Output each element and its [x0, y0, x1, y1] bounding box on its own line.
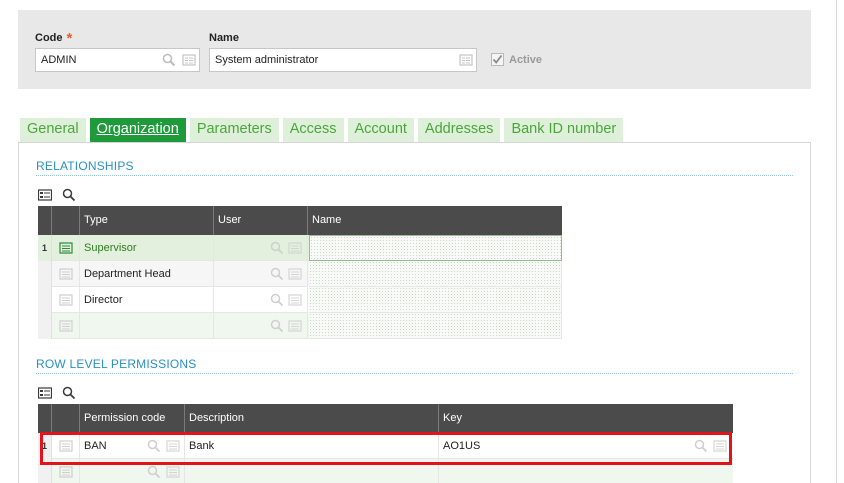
row-number [38, 287, 52, 313]
table-row[interactable] [38, 313, 562, 339]
tab-organization[interactable]: Organization [89, 118, 186, 142]
row-detail-icon[interactable] [52, 313, 80, 339]
cell-type[interactable]: Supervisor [80, 235, 214, 261]
section-divider [36, 373, 793, 374]
cell-name[interactable] [309, 235, 562, 261]
code-label-text: Code [35, 32, 63, 44]
search-icon[interactable] [270, 267, 284, 281]
name-field[interactable]: System administrator [209, 48, 477, 72]
checkmark-icon [492, 54, 503, 64]
cell-user[interactable] [214, 261, 308, 287]
tab-general[interactable]: General [20, 118, 86, 142]
cell-name[interactable] [309, 261, 562, 287]
row-number [38, 261, 52, 287]
row-number-header [38, 206, 52, 235]
name-field-value: System administrator [215, 54, 319, 66]
row-detail-icon[interactable] [52, 261, 80, 287]
column-header-type[interactable]: Type [80, 206, 214, 235]
row-detail-icon[interactable] [52, 287, 80, 313]
cell-name[interactable] [309, 287, 562, 313]
column-header-description[interactable]: Description [185, 404, 439, 433]
active-label: Active [509, 53, 543, 66]
cell-type[interactable]: Director [80, 287, 214, 313]
tab-addresses[interactable]: Addresses [417, 118, 501, 142]
grid-search-icon[interactable] [62, 188, 76, 205]
section-divider [36, 175, 793, 176]
search-icon[interactable] [270, 319, 284, 333]
cell-name[interactable] [309, 313, 562, 339]
table-row[interactable]: 1 Supervisor [38, 235, 562, 261]
highlight-annotation [40, 432, 732, 465]
tab-account[interactable]: Account [347, 118, 414, 142]
search-icon[interactable] [162, 53, 176, 67]
cell-type[interactable] [80, 313, 214, 339]
column-header-key[interactable]: Key [439, 404, 733, 433]
grid-details-icon[interactable] [37, 188, 53, 205]
section-title-row-level-permissions: ROW LEVEL PERMISSIONS [36, 357, 197, 371]
table-row[interactable]: Department Head [38, 261, 562, 287]
column-header-permission-code[interactable]: Permission code [80, 404, 185, 433]
grid-header: Type User Name [38, 206, 562, 235]
table-row[interactable]: Director [38, 287, 562, 313]
details-icon[interactable] [288, 241, 302, 255]
cell-user[interactable] [214, 235, 308, 261]
search-icon[interactable] [270, 293, 284, 307]
details-icon[interactable] [166, 465, 180, 479]
details-icon[interactable] [288, 293, 302, 307]
active-checkbox[interactable] [491, 53, 504, 66]
code-field-value: ADMIN [41, 54, 77, 66]
tab-access[interactable]: Access [282, 118, 344, 142]
name-label: Name [209, 32, 239, 44]
search-icon[interactable] [270, 241, 284, 255]
required-mark: * [66, 30, 73, 47]
cell-user[interactable] [214, 287, 308, 313]
details-icon[interactable] [459, 53, 473, 67]
section-title-relationships: RELATIONSHIPS [36, 159, 134, 173]
row-icon-header [52, 404, 80, 433]
cell-user[interactable] [214, 313, 308, 339]
column-header-name[interactable]: Name [308, 206, 562, 235]
grid-header: Permission code Description Key [38, 404, 733, 433]
column-header-user[interactable]: User [214, 206, 308, 235]
details-icon[interactable] [182, 53, 196, 67]
grid-search-icon[interactable] [62, 386, 76, 403]
row-number-header [38, 404, 52, 433]
page-scrollbar[interactable] [836, 0, 837, 483]
code-label: Code * [35, 30, 73, 47]
active-toggle[interactable]: Active [491, 53, 542, 66]
cell-type[interactable]: Department Head [80, 261, 214, 287]
details-icon[interactable] [288, 319, 302, 333]
search-icon[interactable] [147, 465, 161, 479]
row-icon-header [52, 206, 80, 235]
tab-bar: General Organization Parameters Access A… [20, 118, 627, 142]
permissions-grid-toolbar [37, 386, 86, 403]
details-icon[interactable] [288, 267, 302, 281]
row-detail-icon[interactable] [52, 235, 80, 261]
row-number: 1 [38, 235, 52, 261]
relationships-grid-toolbar [37, 188, 86, 205]
tab-parameters[interactable]: Parameters [189, 118, 279, 142]
code-field[interactable]: ADMIN [35, 48, 200, 72]
grid-details-icon[interactable] [37, 386, 53, 403]
relationships-grid: Type User Name 1 Supervisor Department H… [38, 206, 562, 340]
tab-bank-id-number[interactable]: Bank ID number [504, 118, 624, 142]
row-number [38, 313, 52, 339]
